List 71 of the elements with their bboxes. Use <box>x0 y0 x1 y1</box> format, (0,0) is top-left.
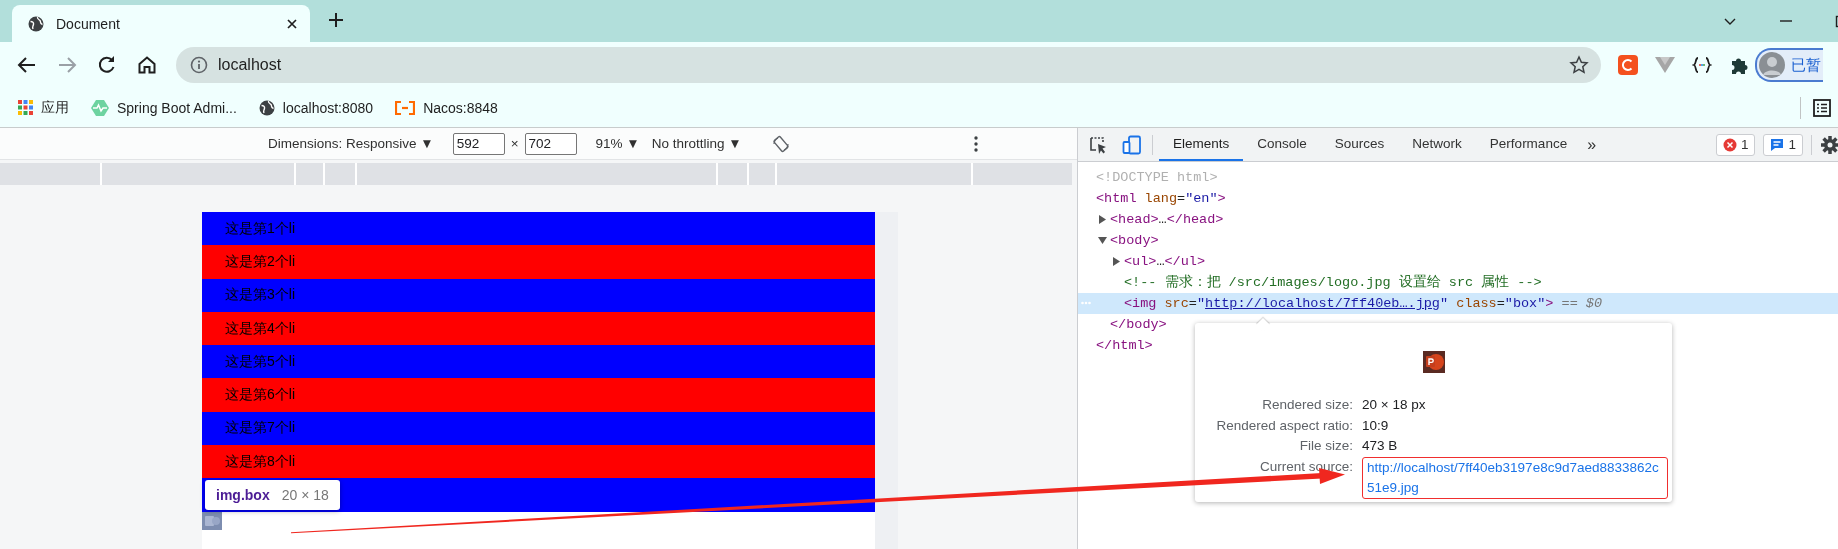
info-value: 473 B <box>1362 437 1399 455</box>
devtools-tab[interactable]: Console <box>1243 128 1321 161</box>
list-item: 这是第5个li <box>202 345 875 379</box>
bookmark[interactable]: Nacos:8848 <box>395 99 498 116</box>
info-value: 10:9 <box>1362 416 1390 435</box>
selector-label: img.box <box>216 487 270 503</box>
width-field[interactable]: 592 <box>452 132 505 155</box>
more-icon[interactable] <box>973 135 978 152</box>
apps-grid-icon <box>18 100 33 115</box>
braces-icon[interactable] <box>1692 55 1712 75</box>
dom-node[interactable]: <ul>…</ul> <box>1078 251 1838 272</box>
profile-button[interactable]: 已暂 <box>1755 48 1823 82</box>
times-label: × <box>510 136 519 151</box>
devtools-tab[interactable]: Network <box>1398 128 1476 161</box>
caret-right-icon[interactable] <box>1112 257 1120 266</box>
info-icon <box>190 56 208 74</box>
avatar-icon <box>1759 52 1785 78</box>
globe-icon <box>258 99 275 116</box>
message-icon <box>1770 137 1785 152</box>
caret-right-icon[interactable] <box>1098 215 1106 224</box>
devtools-tab[interactable]: Sources <box>1320 128 1399 161</box>
list-item: 这是第8个li <box>202 445 875 479</box>
bookmark[interactable]: localhost:8080 <box>258 99 374 116</box>
info-label: Current source: <box>1258 457 1353 476</box>
info-label: File size: <box>1298 437 1353 455</box>
settings-icon[interactable] <box>1820 134 1838 155</box>
plus-icon[interactable] <box>326 10 346 30</box>
pulse-icon <box>91 98 109 117</box>
dom-node[interactable]: <!-- 需求：把 /src/images/logo.jpg 设置给 src 属性 --> <box>1078 272 1838 293</box>
message-badge[interactable]: 1 <box>1763 133 1803 156</box>
more-tabs-button[interactable]: » <box>1587 135 1597 154</box>
bracket-logo-icon <box>395 100 416 115</box>
reading-list-icon[interactable] <box>1812 97 1832 118</box>
bookmark[interactable]: 应用 <box>18 98 69 117</box>
extension-logo-icon[interactable] <box>1618 55 1638 75</box>
device-toggle-icon[interactable] <box>1122 134 1142 155</box>
bookmark[interactable]: Spring Boot Admi... <box>91 98 237 117</box>
source-link[interactable]: http://localhost/7ff40eb3197e8c9d7aed8833862c51e9.jpg <box>1362 456 1668 499</box>
caret-down-icon[interactable] <box>1097 237 1107 244</box>
list-item: 这是第7个li <box>202 411 875 446</box>
zoom-dropdown[interactable]: 91% ▼ <box>595 136 640 151</box>
info-label: Rendered aspect ratio: <box>1215 416 1353 435</box>
list-item: 这是第2个li <box>202 245 875 279</box>
dom-node[interactable]: <body> <box>1078 230 1838 251</box>
star-icon[interactable] <box>1569 55 1589 75</box>
globe-icon <box>28 15 44 32</box>
browser-tab[interactable]: Document <box>12 5 310 42</box>
devtools-tab[interactable]: Performance <box>1475 128 1582 161</box>
error-icon <box>1722 137 1737 152</box>
dimensions-dropdown[interactable]: Dimensions: Responsive ▼ <box>268 136 434 151</box>
image-icon <box>202 512 222 530</box>
dom-closing-tag: </html> <box>1078 335 1153 356</box>
height-field[interactable]: 702 <box>524 132 577 155</box>
rotate-icon[interactable] <box>771 134 790 153</box>
image-icon <box>1422 351 1445 373</box>
dom-node[interactable]: <html lang="en"> <box>1078 188 1838 209</box>
list-item: 这是第1个li <box>202 212 875 246</box>
error-badge[interactable]: 1 <box>1715 133 1756 156</box>
dom-node[interactable]: <img src="http://localhost/7ff40eb….jpg" class="box"> == $0 <box>1078 293 1838 314</box>
list-item: 这是第3个li <box>202 278 875 312</box>
list-item: 这是第6个li <box>202 378 875 412</box>
devtools-tab[interactable]: Elements <box>1159 128 1244 161</box>
info-value: 20 × 18 px <box>1362 396 1427 414</box>
inspect-icon[interactable] <box>1088 134 1108 155</box>
dom-node[interactable]: <head>…</head> <box>1078 209 1838 230</box>
dom-closing-tag: </body> <box>1078 314 1167 335</box>
address-bar[interactable]: localhost <box>176 47 1601 83</box>
info-label: Rendered size: <box>1261 396 1353 414</box>
size-label: 20 × 18 <box>281 487 329 503</box>
throttling-dropdown[interactable]: No throttling ▼ <box>651 136 742 151</box>
list-item: 这是第4个li <box>202 311 875 346</box>
